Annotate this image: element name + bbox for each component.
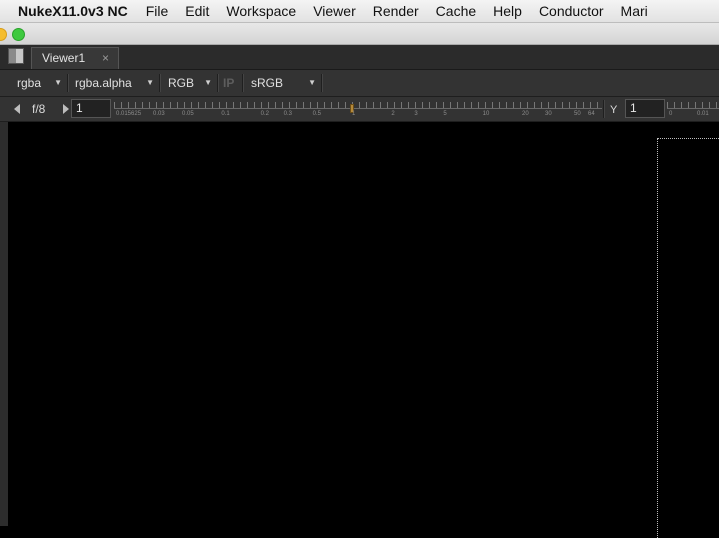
gain-gamma-bar: f/8 1 0.015625 0.03 0.05 0.1 0.2 0.3 0.5 1 2 3 5 10… — [0, 97, 719, 122]
gain-tick-label: 0.5 — [312, 111, 321, 117]
image-format-boundary — [657, 138, 719, 538]
tab-viewer1[interactable]: Viewer1 × — [31, 47, 119, 69]
gain-slider[interactable]: 0.015625 0.03 0.05 0.1 0.2 0.3 0.5 1 2 3 5 10 20 30 50… — [114, 100, 602, 118]
toolbar-divider — [242, 74, 244, 92]
gainbar-divider — [603, 100, 605, 118]
display-mode-dropdown-value: RGB — [168, 76, 195, 90]
gain-input[interactable]: 1 — [71, 99, 111, 118]
viewer-colorspace-dropdown-value: sRGB — [251, 76, 284, 90]
menu-viewer[interactable]: Viewer — [313, 3, 356, 19]
input-process-toggle[interactable]: IP — [223, 73, 234, 93]
gamma-tick-label: 0 — [669, 111, 673, 117]
gain-tick-label: 0.1 — [221, 111, 230, 117]
window-title-bar — [0, 23, 719, 45]
gamma-label: Y — [610, 104, 618, 116]
chevron-down-icon: ▼ — [308, 78, 316, 87]
close-tab-icon[interactable]: × — [102, 48, 109, 69]
gain-tick-label: 0.05 — [182, 111, 194, 117]
gamma-slider[interactable]: 0 0.01 — [667, 100, 719, 118]
toolbar-divider — [159, 74, 161, 92]
gain-tick-label: 1 — [352, 111, 356, 117]
gamma-tick-label: 0.01 — [697, 111, 709, 117]
gain-tick-label: 2 — [391, 111, 395, 117]
increase-fstop-icon[interactable] — [63, 104, 69, 114]
gain-tick-label: 0.015625 — [116, 111, 142, 117]
channels-dropdown-value: rgba — [17, 76, 42, 90]
gain-slider-baseline — [114, 108, 602, 109]
alpha-channel-dropdown-value: rgba.alpha — [75, 76, 132, 90]
fstop-label[interactable]: f/8 — [32, 100, 45, 118]
gain-tick-label: 0.2 — [260, 111, 269, 117]
viewer-toolbar: rgba ▼ rgba.alpha ▼ RGB ▼ IP sRGB ▼ — [0, 70, 719, 97]
gain-tick-label: 50 — [573, 111, 581, 117]
menu-conductor[interactable]: Conductor — [539, 3, 604, 19]
tab-viewer1-label: Viewer1 — [42, 51, 86, 65]
toolbar-divider — [217, 74, 219, 92]
chevron-down-icon: ▼ — [204, 78, 212, 87]
gain-tick-label: 10 — [482, 111, 490, 117]
gain-tick-label: 0.03 — [153, 111, 165, 117]
chevron-down-icon: ▼ — [146, 78, 154, 87]
menu-cache[interactable]: Cache — [436, 3, 476, 19]
gain-tick-label: 64 — [588, 111, 595, 117]
toolbar-divider — [321, 74, 323, 92]
panel-menu-icon[interactable] — [8, 48, 24, 64]
menu-render[interactable]: Render — [373, 3, 419, 19]
minimize-window-button[interactable] — [0, 28, 7, 41]
gamma-input[interactable]: 1 — [625, 99, 665, 118]
zoom-window-button[interactable] — [12, 28, 25, 41]
menu-workspace[interactable]: Workspace — [226, 3, 296, 19]
menu-bar: NukeX11.0v3 NC File Edit Workspace Viewe… — [0, 0, 719, 30]
menu-edit[interactable]: Edit — [185, 3, 209, 19]
chevron-down-icon: ▼ — [54, 78, 62, 87]
channels-dropdown[interactable]: rgba ▼ — [11, 73, 66, 93]
app-name-menu[interactable]: NukeX11.0v3 NC — [18, 3, 128, 19]
alpha-channel-dropdown[interactable]: rgba.alpha ▼ — [69, 73, 158, 93]
menu-mari[interactable]: Mari — [621, 3, 648, 19]
display-mode-dropdown[interactable]: RGB ▼ — [162, 73, 216, 93]
gain-tick-label: 30 — [545, 111, 552, 117]
gain-tick-label: 20 — [521, 111, 529, 117]
gain-tick-label: 0.3 — [283, 111, 293, 117]
menu-help[interactable]: Help — [493, 3, 522, 19]
gain-tick-label: 3 — [414, 111, 418, 117]
viewer-left-border — [0, 122, 8, 526]
panel-tab-bar: Viewer1 × — [0, 45, 719, 70]
viewer-colorspace-dropdown[interactable]: sRGB ▼ — [245, 73, 320, 93]
menu-file[interactable]: File — [146, 3, 169, 19]
gamma-slider-baseline — [667, 108, 719, 109]
gain-tick-label: 5 — [443, 111, 447, 117]
viewer-canvas[interactable] — [8, 122, 719, 526]
decrease-fstop-icon[interactable] — [14, 104, 20, 114]
